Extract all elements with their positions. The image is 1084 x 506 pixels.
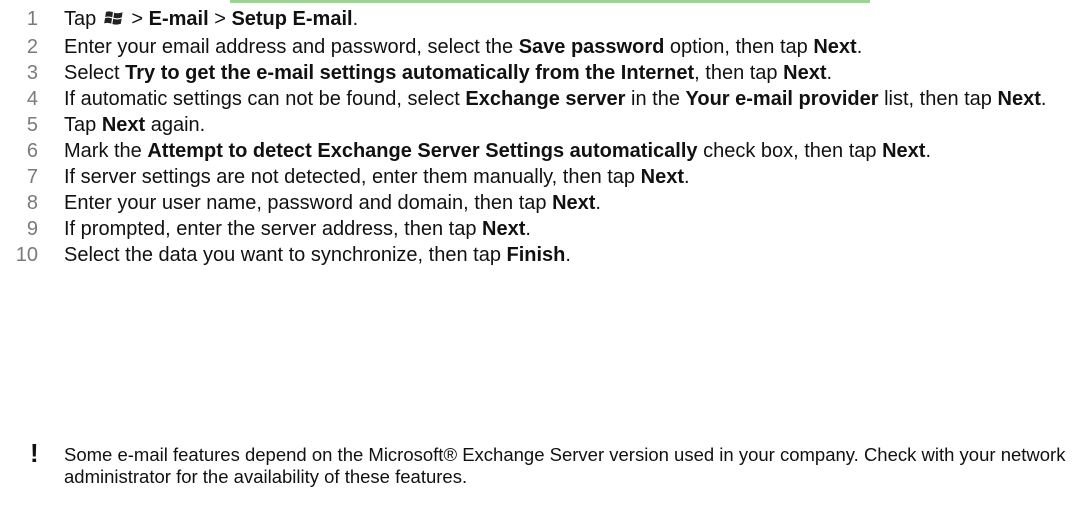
plain-text: again. (145, 114, 206, 136)
plain-text: . (565, 244, 571, 266)
step-text: If automatic settings can not be found, … (64, 88, 1046, 110)
bold-term: Next (882, 140, 926, 162)
step-number: 9 (26, 218, 38, 240)
plain-text: . (352, 8, 359, 30)
step-item: 3 Select Try to get the e-mail settings a… (0, 62, 1084, 85)
bold-term: Your e-mail provider (685, 88, 879, 110)
step-number: 4 (26, 88, 38, 110)
plain-text: . (683, 166, 690, 188)
plain-text: If prompted, enter the server address, t… (64, 218, 483, 240)
note-text: Some e-mail features depend on the Micro… (64, 444, 1066, 487)
bold-term: Next (997, 88, 1041, 110)
plain-text: . (525, 218, 531, 240)
step-text: Select the data you want to synchronize,… (64, 244, 571, 266)
plain-text: , then tap (694, 62, 784, 84)
step-number: 2 (26, 36, 38, 58)
plain-text: > (208, 8, 232, 30)
plain-text: . (925, 140, 931, 162)
plain-text: Enter your user name, password and domai… (64, 192, 553, 214)
bold-term: Next (783, 62, 827, 84)
plain-text: . (1040, 88, 1047, 110)
bold-term: Next (640, 166, 684, 188)
bold-term: Next (552, 192, 596, 214)
plain-text: . (856, 36, 863, 58)
plain-text: If server settings are not detected, ent… (64, 166, 641, 188)
plain-text: Tap (64, 114, 102, 136)
step-text: Enter your user name, password and domai… (64, 192, 601, 214)
step-item: 1 Tap > E-mail > Setup E-mail. (0, 8, 1084, 33)
step-number: 8 (26, 192, 38, 214)
step-item: 5 Tap Next again. (0, 114, 1084, 137)
step-text: Select Try to get the e-mail settings au… (64, 62, 832, 84)
step-text: Mark the Attempt to detect Exchange Serv… (64, 140, 931, 162)
plain-text: Select (64, 62, 126, 84)
step-text: If server settings are not detected, ent… (64, 166, 690, 188)
steps-list: 1 Tap > E-mail > Setup E-mail. 2 Enter your… (0, 8, 1084, 270)
plain-text: list, then tap (878, 88, 998, 110)
plain-text: . (826, 62, 833, 84)
plain-text: If automatic settings can not be found, … (64, 88, 466, 110)
step-item: 10 Select the data you want to synchroniz… (0, 244, 1084, 267)
windows-start-icon (104, 9, 124, 33)
step-item: 8 Enter your user name, password and doma… (0, 192, 1084, 215)
step-text: If prompted, enter the server address, t… (64, 218, 531, 240)
step-number: 6 (26, 140, 38, 162)
step-text: Tap Next again. (64, 114, 205, 136)
plain-text: > (125, 8, 149, 30)
bold-term: Finish (506, 244, 566, 266)
step-number: 7 (26, 166, 38, 188)
bold-term: Attempt to detect Exchange Server Settin… (147, 140, 698, 162)
step-item: 2 Enter your email address and password, … (0, 36, 1084, 59)
step-item: 7 If server settings are not detected, en… (0, 166, 1084, 189)
plain-text: Select the data you want to synchronize,… (64, 244, 507, 266)
bold-term: Next (482, 218, 526, 240)
plain-text: . (595, 192, 601, 214)
bold-term: E-mail (148, 8, 209, 30)
bold-term: Try to get the e-mail settings automatic… (125, 62, 695, 84)
bold-term: Setup E-mail (231, 8, 353, 30)
bold-term: Next (101, 114, 146, 136)
plain-text: Tap (64, 8, 102, 30)
step-item: 4 If automatic settings can not be found,… (0, 88, 1084, 111)
bold-term: Exchange server (465, 88, 626, 110)
step-text: Enter your email address and password, s… (64, 36, 862, 58)
step-number: 5 (26, 114, 38, 136)
step-number: 1 (26, 8, 38, 30)
step-text: Tap > E-mail > Setup E-mail. (64, 8, 358, 30)
bold-term: Save password (518, 36, 665, 58)
plain-text: Enter your email address and password, s… (64, 36, 519, 58)
step-number: 3 (26, 62, 38, 84)
step-item: 9 If prompted, enter the server address, … (0, 218, 1084, 241)
step-number: 10 (15, 244, 38, 266)
bold-term: Next (813, 36, 857, 58)
exclamation-icon: ! (30, 438, 39, 468)
plain-text: option, then tap (664, 36, 814, 58)
plain-text: check box, then tap (697, 140, 883, 162)
step-item: 6 Mark the Attempt to detect Exchange Ser… (0, 140, 1084, 163)
heading-strip (230, 0, 870, 3)
plain-text: in the (625, 88, 686, 110)
plain-text: Mark the (64, 140, 148, 162)
clipped-heading (0, 0, 1084, 4)
